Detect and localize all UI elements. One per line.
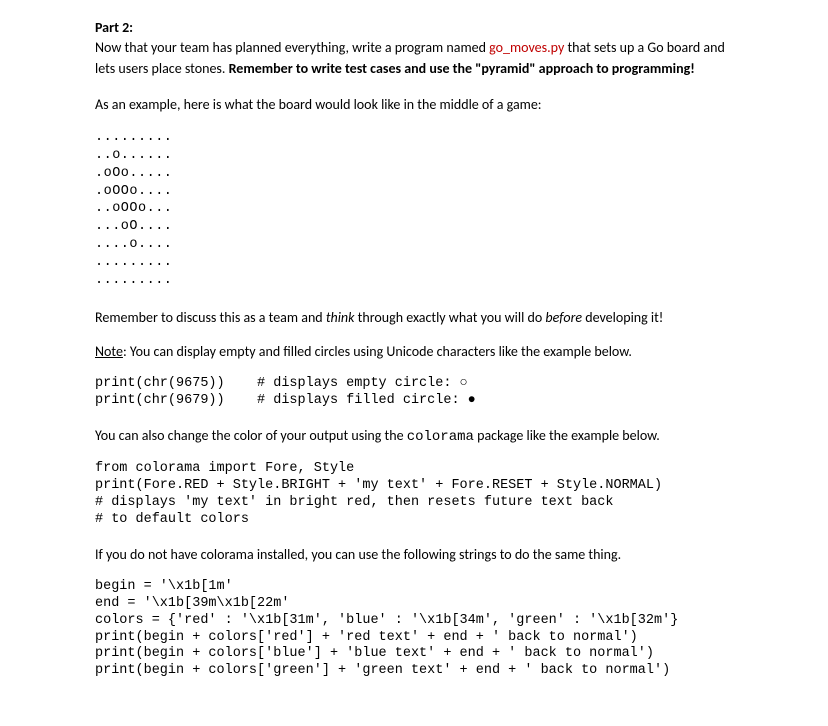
colorama-inline-code: colorama bbox=[407, 429, 474, 445]
colorama-pre: You can also change the color of your ou… bbox=[95, 427, 407, 444]
colorama-code-block: from colorama import Fore, Style print(F… bbox=[95, 461, 733, 529]
filename: go_moves.py bbox=[489, 39, 564, 56]
remember-mid: through exactly what you will do bbox=[355, 309, 546, 326]
note-paragraph: Note: You can display empty and filled c… bbox=[95, 342, 733, 362]
remember-paragraph: Remember to discuss this as a team and t… bbox=[95, 308, 733, 328]
intro-paragraph: Now that your team has planned everythin… bbox=[95, 38, 733, 79]
intro-bold: Remember to write test cases and use the… bbox=[229, 60, 695, 77]
colorama-paragraph: You can also change the color of your ou… bbox=[95, 426, 733, 447]
fallback-paragraph: If you do not have colorama installed, y… bbox=[95, 545, 733, 565]
part-heading: Part 2: bbox=[95, 18, 733, 38]
remember-post: developing it! bbox=[582, 309, 663, 326]
remember-italic1: think bbox=[326, 309, 355, 326]
remember-pre: Remember to discuss this as a team and bbox=[95, 309, 326, 326]
board-example: ......... ..o...... .oOo..... .oOOo.... … bbox=[95, 129, 733, 289]
note-text: : You can display empty and filled circl… bbox=[123, 343, 632, 360]
example-intro: As an example, here is what the board wo… bbox=[95, 95, 733, 115]
unicode-code-block: print(chr(9675)) # displays empty circle… bbox=[95, 376, 733, 410]
note-label: Note bbox=[95, 343, 123, 360]
fallback-code-block: begin = '\x1b[1m' end = '\x1b[39m\x1b[22… bbox=[95, 579, 733, 680]
colorama-post: package like the example below. bbox=[474, 427, 660, 444]
remember-italic2: before bbox=[545, 309, 582, 326]
intro-pre: Now that your team has planned everythin… bbox=[95, 39, 489, 56]
